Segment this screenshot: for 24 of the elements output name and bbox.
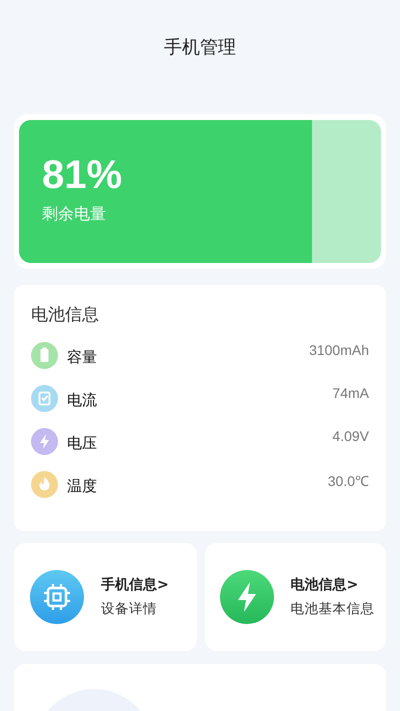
page-title: 手机管理: [163, 36, 237, 59]
info-value: 74mA: [332, 385, 369, 401]
flame-icon: [31, 471, 58, 498]
section-title: 电池信息: [31, 304, 100, 326]
info-value: 30.0℃: [328, 472, 369, 490]
info-value: 3100mAh: [309, 342, 369, 358]
shortcut-title: 电池信息>: [290, 576, 360, 594]
lightning-icon: [218, 569, 274, 625]
shortcut-card[interactable]: 手机信息> 设备详情: [14, 543, 196, 651]
lightning-icon: [31, 428, 58, 455]
info-label: 容量: [67, 348, 97, 367]
shortcut-card[interactable]: 电池信息> 电池基本信息: [204, 543, 386, 651]
clipboard-icon: [31, 385, 58, 412]
info-label: 电流: [67, 391, 97, 410]
shortcut-subtitle: 电池基本信息: [290, 600, 374, 618]
info-value: 4.09V: [332, 428, 369, 444]
info-label: 电压: [67, 434, 97, 453]
battery-percent: 81%: [42, 152, 122, 198]
shortcut-title: 手机信息>: [101, 576, 169, 594]
info-label: 温度: [67, 477, 97, 496]
battery-label: 剩余电量: [42, 204, 107, 225]
chip-icon: [29, 569, 85, 625]
shortcut-subtitle: 设备详情: [101, 600, 158, 618]
battery-icon: [31, 342, 58, 369]
